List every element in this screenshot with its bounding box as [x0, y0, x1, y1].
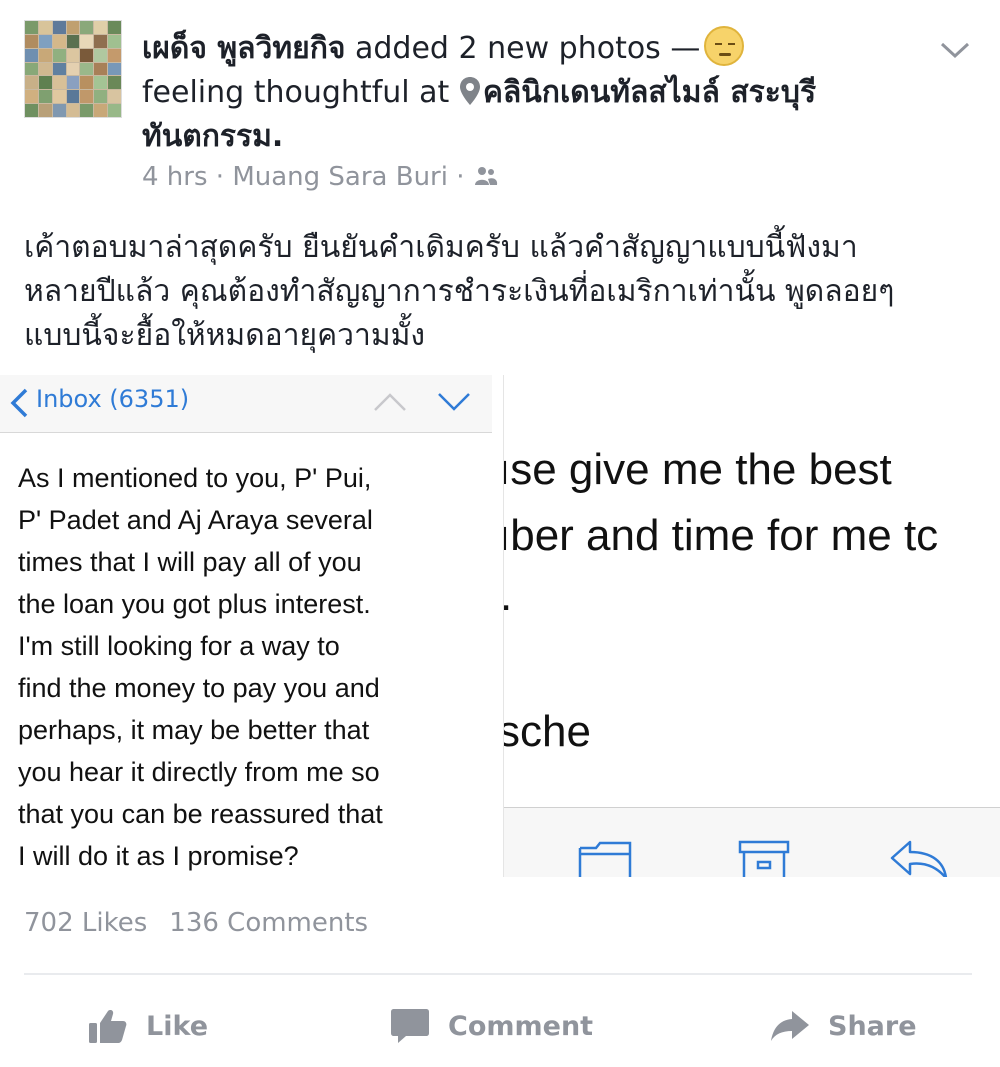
mail-body: As I mentioned to you, P' Pui, P' Padet …	[18, 457, 488, 877]
folder-icon	[578, 841, 632, 877]
zoomed-line: ıber and time for me tc	[503, 511, 939, 560]
post-headline: เผด็จ พูลวิทยกิจ added 2 new photos — fe…	[142, 26, 922, 159]
like-button[interactable]: Like	[88, 1004, 208, 1048]
post-photo-2[interactable]: ıse give me the best ıber and time for m…	[503, 375, 1000, 877]
post-body-line: หลายปีแล้ว คุณต้องทำสัญญาการชำระเงินที่อ…	[24, 274, 895, 309]
mail-line: the loan you got plus interest.	[18, 589, 371, 619]
post-body-line: เค้าตอบมาล่าสุดครับ ยืนยันคำเดิมครับ แล้…	[24, 230, 858, 265]
mail-line: times that I will pay all of you	[18, 547, 362, 577]
comment-button[interactable]: Comment	[390, 1004, 593, 1048]
comments-count[interactable]: 136 Comments	[169, 908, 368, 938]
action-text: added 2 new photos —	[354, 31, 701, 66]
divider	[24, 973, 972, 975]
chevron-up-icon	[374, 393, 406, 411]
mail-line: P' Padet and Aj Araya several	[18, 505, 373, 535]
mail-line: I will do it as I promise?	[18, 841, 299, 871]
likes-count[interactable]: 702 Likes	[24, 908, 147, 938]
location-name[interactable]: คลินิกเดนทัลสไมล์ สระบุรี	[483, 75, 816, 110]
mail-line: you hear it directly from me so	[18, 757, 380, 787]
mail-line: find the money to pay you and	[18, 673, 380, 703]
post-body: เค้าตอบมาล่าสุดครับ ยืนยันคำเดิมครับ แล้…	[24, 226, 974, 358]
meta-separator: ·	[215, 162, 225, 192]
post-stats: 702 Likes 136 Comments	[24, 908, 368, 938]
location-pin-icon	[459, 77, 480, 105]
friends-icon	[474, 167, 497, 185]
share-icon	[771, 1011, 809, 1041]
mail-line: that you can be reassured that	[18, 799, 383, 829]
zoomed-line: sche	[503, 707, 591, 756]
chevron-left-icon	[10, 388, 28, 418]
location-name-cont[interactable]: ทันตกรรม.	[142, 119, 283, 154]
post-actions: Like Comment Share	[0, 996, 1000, 1056]
mail-line: As I mentioned to you, P' Pui,	[18, 463, 372, 493]
comment-label: Comment	[448, 1010, 594, 1042]
chevron-down-icon[interactable]	[938, 38, 972, 62]
post-body-line: แบบนี้จะยื้อให้หมดอายุความมั้ง	[24, 318, 426, 353]
inbox-label: Inbox (6351)	[36, 385, 190, 413]
share-label: Share	[828, 1010, 917, 1042]
thumbs-up-icon	[89, 1010, 127, 1043]
mail-toolbar	[504, 807, 1000, 877]
post-header: เผด็จ พูลวิทยกิจ added 2 new photos — fe…	[0, 0, 1000, 200]
mail-line: perhaps, it may be better that	[18, 715, 370, 745]
comment-icon	[391, 1009, 429, 1043]
post-meta: 4 hrs · Muang Sara Buri ·	[142, 162, 499, 192]
post-place[interactable]: Muang Sara Buri	[232, 162, 448, 192]
share-button[interactable]: Share	[770, 1004, 917, 1048]
like-label: Like	[146, 1010, 209, 1042]
author-name[interactable]: เผด็จ พูลวิทยกิจ	[142, 31, 345, 66]
zoomed-line: .	[504, 571, 512, 621]
archive-icon	[738, 840, 790, 877]
post-time[interactable]: 4 hrs	[142, 162, 208, 192]
zoomed-line: ıse give me the best	[503, 445, 892, 494]
reply-icon	[890, 840, 948, 877]
mail-zoomed-text: ıse give me the best ıber and time for m…	[504, 375, 1000, 805]
thoughtful-emoji-icon	[704, 26, 745, 66]
mail-nav-bar: Inbox (6351)	[0, 375, 492, 433]
feeling-text: feeling thoughtful at	[142, 75, 450, 110]
meta-separator-2: ·	[456, 162, 465, 192]
mail-line: I'm still looking for a way to	[18, 631, 340, 661]
author-avatar[interactable]	[24, 20, 122, 118]
post-photo-1[interactable]: Inbox (6351) As I mentioned to you, P' P…	[0, 375, 492, 877]
chevron-down-icon	[438, 393, 470, 411]
